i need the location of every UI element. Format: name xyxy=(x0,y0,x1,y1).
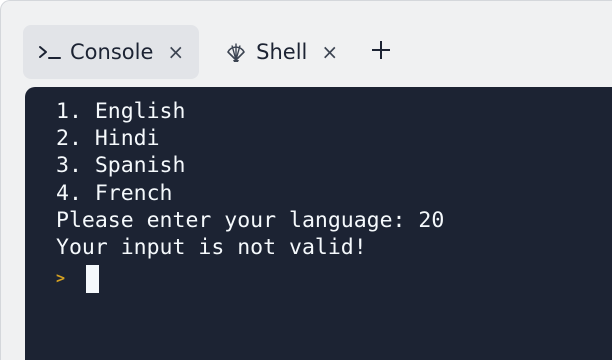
tab-console-label: Console xyxy=(70,40,154,64)
tab-bar: Console × Shell × xyxy=(23,25,612,79)
shell-icon xyxy=(224,41,248,63)
console-line: 1. English xyxy=(56,99,186,124)
console-line: 3. Spanish xyxy=(56,153,186,179)
tab-shell-close-icon[interactable]: × xyxy=(321,40,338,64)
text-cursor xyxy=(86,264,99,293)
prompt-arrow-icon: > xyxy=(56,269,66,288)
tab-shell-label: Shell xyxy=(256,40,308,64)
console-line: 4. French xyxy=(56,180,173,206)
new-tab-button[interactable] xyxy=(363,34,399,70)
console-line: Your input is not valid! xyxy=(56,234,367,260)
console-output[interactable]: 1. English 2. Hindi 3. Spanish 4. French… xyxy=(25,87,612,360)
tab-console-close-icon[interactable]: × xyxy=(167,40,184,64)
terminal-prompt-icon xyxy=(38,42,62,62)
tab-shell[interactable]: Shell × xyxy=(209,25,353,79)
tab-console[interactable]: Console × xyxy=(23,25,200,79)
app-window: Console × Shell × 1. English 2. Hindi 3.… xyxy=(0,0,612,360)
plus-icon xyxy=(370,39,392,65)
console-line: Please enter your language: 20 xyxy=(56,207,445,233)
input-prompt[interactable]: > xyxy=(56,264,612,293)
console-line: 2. Hindi xyxy=(56,126,160,152)
